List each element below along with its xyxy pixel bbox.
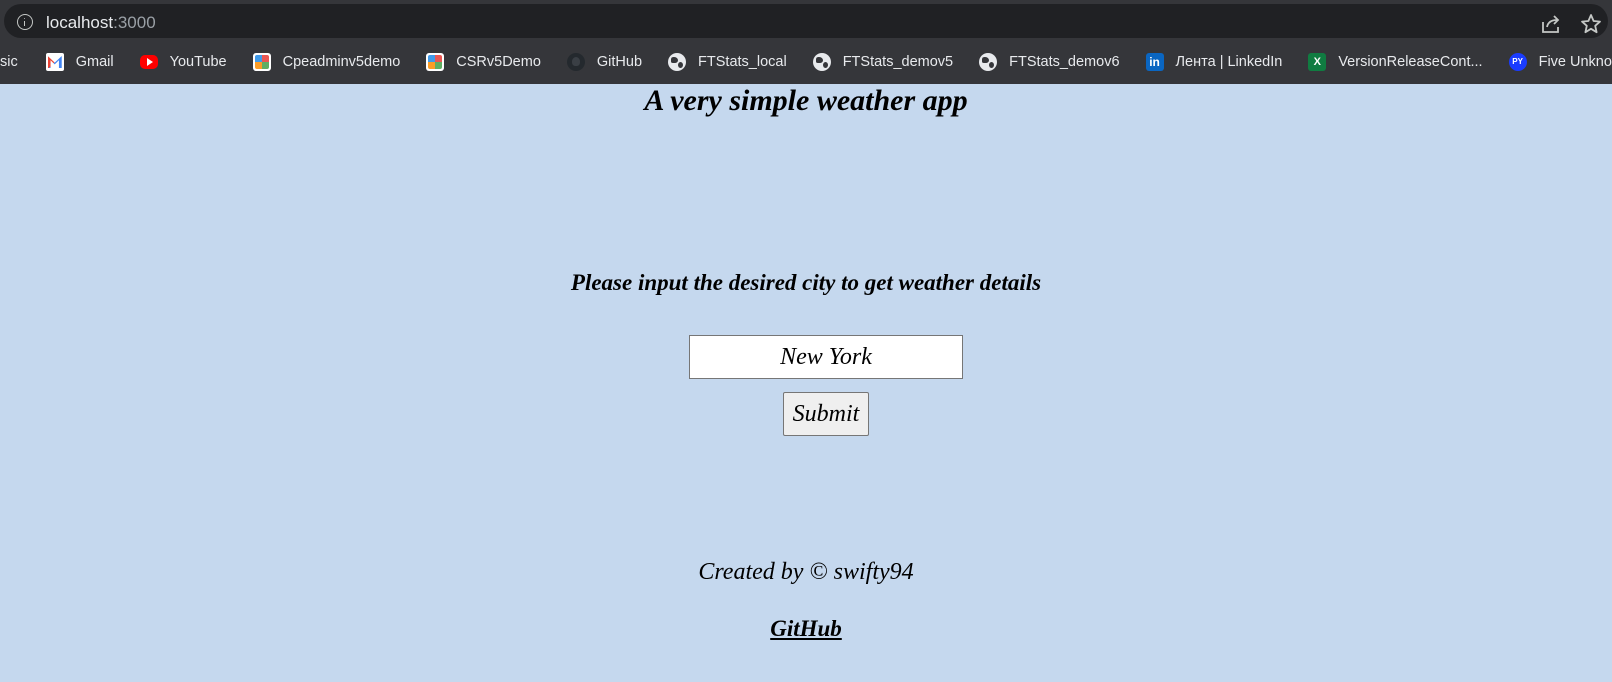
url-host: localhost bbox=[46, 13, 114, 32]
bookmark-label: sic bbox=[0, 54, 18, 70]
bookmark-ftstats-local[interactable]: FTStats_local bbox=[668, 48, 797, 76]
app-icon bbox=[252, 53, 271, 71]
credit-text: Created by © swifty94 bbox=[698, 559, 914, 585]
globe-icon bbox=[812, 53, 831, 71]
bookmark-ftstats-demov5[interactable]: FTStats_demov5 bbox=[812, 48, 963, 76]
youtube-icon bbox=[139, 55, 158, 69]
bookmark-version-release[interactable]: X VersionReleaseCont... bbox=[1308, 48, 1492, 76]
url-port: :3000 bbox=[113, 13, 156, 32]
bookmark-cpeadmin[interactable]: Cpeadminv5demo bbox=[252, 48, 411, 76]
bookmark-gmail[interactable]: Gmail bbox=[45, 48, 124, 76]
bookmark-csr[interactable]: CSRv5Demo bbox=[426, 48, 551, 76]
bookmark-ftstats-demov6[interactable]: FTStats_demov6 bbox=[979, 48, 1129, 76]
bookmark-label: FTStats_demov6 bbox=[1009, 54, 1120, 70]
excel-icon: X bbox=[1308, 53, 1327, 71]
share-icon[interactable] bbox=[1540, 14, 1562, 34]
bookmark-github[interactable]: GitHub bbox=[566, 48, 652, 76]
bookmark-youtube[interactable]: YouTube bbox=[139, 48, 237, 76]
submit-button[interactable]: Submit bbox=[783, 392, 869, 436]
bookmark-five-unknown[interactable]: PY Five Unknown Trick... bbox=[1508, 48, 1612, 76]
bookmark-label: YouTube bbox=[169, 54, 227, 70]
url-text[interactable]: localhost:3000 bbox=[46, 13, 156, 33]
bookmark-label: VersionReleaseCont... bbox=[1338, 54, 1483, 70]
python-icon: PY bbox=[1508, 53, 1527, 71]
bookmark-label: Лента | LinkedIn bbox=[1175, 54, 1283, 70]
globe-icon bbox=[979, 53, 998, 71]
browser-chrome: localhost:3000 sic Gmail YouTube Cpeadmi… bbox=[0, 0, 1612, 84]
city-input[interactable] bbox=[689, 335, 963, 379]
bookmark-label: FTStats_demov5 bbox=[842, 54, 954, 70]
city-prompt: Please input the desired city to get wea… bbox=[570, 270, 1042, 295]
page-title: A very simple weather app bbox=[644, 84, 968, 117]
github-icon bbox=[566, 53, 585, 71]
bookmark-linkedin[interactable]: in Лента | LinkedIn bbox=[1145, 48, 1293, 76]
bookmark-label: Gmail bbox=[75, 54, 114, 70]
address-bar[interactable]: localhost:3000 bbox=[4, 4, 1608, 38]
bookmark-label: Five Unknown Trick... bbox=[1538, 54, 1612, 70]
weather-app-page: A very simple weather app Please input t… bbox=[0, 84, 1612, 682]
bookmark-label: FTStats_local bbox=[698, 54, 787, 70]
bookmarks-bar: sic Gmail YouTube Cpeadminv5demo CSRv5De… bbox=[0, 44, 1612, 80]
app-icon bbox=[426, 53, 445, 71]
bookmark-star-icon[interactable] bbox=[1580, 13, 1602, 35]
gmail-icon bbox=[45, 53, 64, 71]
bookmark-label: Cpeadminv5demo bbox=[282, 54, 401, 70]
linkedin-icon: in bbox=[1145, 53, 1164, 71]
bookmark-label: CSRv5Demo bbox=[456, 54, 541, 70]
globe-icon bbox=[668, 53, 687, 71]
github-link[interactable]: GitHub bbox=[0, 616, 1612, 642]
bookmark-label: GitHub bbox=[596, 54, 643, 70]
site-info-icon[interactable] bbox=[17, 14, 33, 30]
bookmark-music[interactable]: sic bbox=[0, 48, 28, 76]
